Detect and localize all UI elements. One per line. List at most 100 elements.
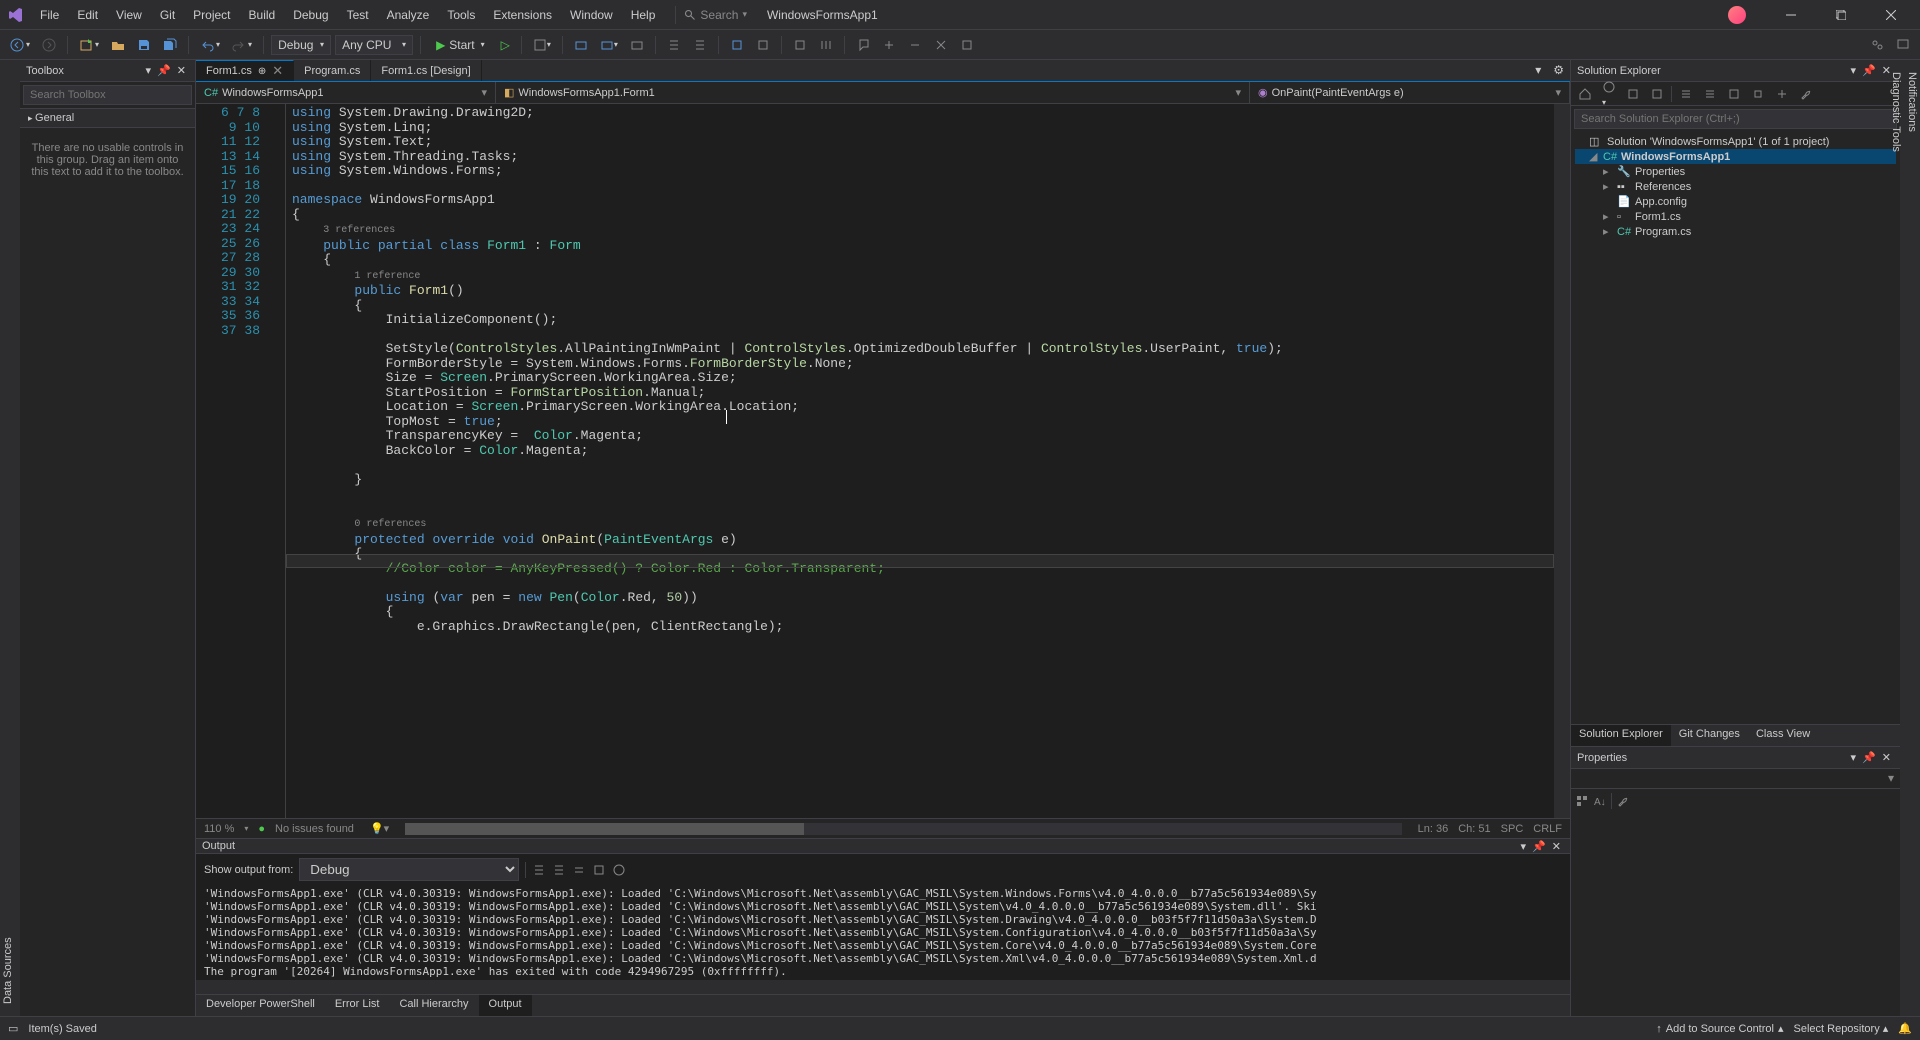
- feedback-button[interactable]: [1892, 35, 1914, 55]
- toolbox-close-icon[interactable]: ✕: [174, 64, 189, 77]
- output-tb-2[interactable]: [552, 863, 566, 877]
- sol-item-form1[interactable]: ▸▫Form1.cs: [1575, 209, 1896, 224]
- side-tab-notifications[interactable]: Notifications: [1904, 64, 1920, 1016]
- btab-errorlist[interactable]: Error List: [325, 995, 390, 1016]
- sol-search-input[interactable]: [1574, 109, 1897, 129]
- side-tab-diagnostics[interactable]: Diagnostic Tools: [1888, 64, 1904, 1016]
- sol-tb-4[interactable]: [1647, 85, 1667, 103]
- sol-item-properties[interactable]: ▸🔧Properties: [1575, 164, 1896, 179]
- redo-button[interactable]: ▾: [228, 35, 256, 55]
- properties-selector[interactable]: ▾: [1571, 769, 1900, 789]
- sol-project-node[interactable]: ◢C#WindowsFormsApp1: [1575, 149, 1896, 164]
- props-wrench-icon[interactable]: [1616, 794, 1630, 808]
- tab-dropdown-icon[interactable]: ▾: [1529, 60, 1547, 81]
- editor-horizontal-scrollbar[interactable]: [405, 823, 1401, 835]
- menu-analyze[interactable]: Analyze: [379, 4, 438, 26]
- rtab-git-changes[interactable]: Git Changes: [1671, 725, 1748, 746]
- sol-home-icon[interactable]: [1575, 85, 1595, 103]
- user-avatar-icon[interactable]: [1728, 6, 1746, 24]
- tab-close-icon[interactable]: ✕: [272, 63, 283, 79]
- editor-vertical-scrollbar[interactable]: [1554, 104, 1570, 818]
- nav-member-dropdown[interactable]: ◉ OnPaint(PaintEventArgs e) ▾: [1250, 82, 1570, 103]
- new-project-button[interactable]: ▾: [75, 35, 103, 55]
- tb-icon-5[interactable]: [663, 35, 685, 55]
- output-text[interactable]: 'WindowsFormsApp1.exe' (CLR v4.0.30319: …: [196, 885, 1570, 980]
- tb-icon-9[interactable]: [789, 35, 811, 55]
- platform-dropdown[interactable]: Any CPU▾: [335, 35, 413, 55]
- code-content[interactable]: using System.Drawing.Drawing2D; using Sy…: [286, 104, 1554, 818]
- lightbulb-icon[interactable]: 💡▾: [370, 822, 389, 835]
- sol-item-references[interactable]: ▸▪▪References: [1575, 179, 1896, 194]
- solution-tree[interactable]: ◫Solution 'WindowsFormsApp1' (1 of 1 pro…: [1571, 132, 1900, 724]
- menu-file[interactable]: File: [32, 4, 67, 26]
- tab-form1-cs[interactable]: Form1.cs ⊕ ✕: [196, 60, 294, 81]
- sol-tb-6[interactable]: [1700, 85, 1720, 103]
- tb-icon-11[interactable]: [852, 35, 874, 55]
- titlebar-search[interactable]: Search ▾: [675, 6, 755, 24]
- tab-config-icon[interactable]: ⚙: [1547, 60, 1570, 81]
- indent-mode[interactable]: SPC: [1501, 823, 1524, 835]
- live-share-button[interactable]: [1866, 35, 1888, 55]
- tb-icon-13[interactable]: [904, 35, 926, 55]
- output-tb-4[interactable]: [592, 863, 606, 877]
- tb-icon-2[interactable]: [570, 35, 592, 55]
- rtab-solution-explorer[interactable]: Solution Explorer: [1571, 725, 1671, 746]
- tb-icon-15[interactable]: [956, 35, 978, 55]
- props-dropdown-icon[interactable]: ▾: [1848, 751, 1860, 764]
- add-to-source-control[interactable]: ↑ Add to Source Control ▴: [1656, 1022, 1783, 1035]
- output-tb-1[interactable]: [532, 863, 546, 877]
- issues-status[interactable]: No issues found: [275, 823, 354, 835]
- save-button[interactable]: [133, 35, 155, 55]
- tb-icon-1[interactable]: ▾: [529, 35, 555, 55]
- output-tb-5[interactable]: [612, 863, 626, 877]
- nav-back-button[interactable]: ▾: [6, 35, 34, 55]
- line-endings[interactable]: CRLF: [1533, 823, 1562, 835]
- sol-pin-icon[interactable]: 📌: [1859, 64, 1879, 77]
- sol-dropdown-icon[interactable]: ▾: [1848, 64, 1860, 77]
- zoom-level[interactable]: 110 %: [204, 823, 234, 835]
- start-without-debug-button[interactable]: ▷: [497, 35, 514, 55]
- tb-icon-6[interactable]: [689, 35, 711, 55]
- tab-form1-design[interactable]: Form1.cs [Design]: [371, 60, 481, 81]
- side-tab-data-sources[interactable]: Data Sources: [0, 60, 16, 1012]
- output-tb-3[interactable]: [572, 863, 586, 877]
- code-editor[interactable]: 6 7 8 9 10 11 12 13 14 15 16 17 18 19 20…: [196, 104, 1570, 818]
- tab-program-cs[interactable]: Program.cs: [294, 60, 371, 81]
- output-dropdown-icon[interactable]: ▾: [1518, 840, 1530, 853]
- menu-debug[interactable]: Debug: [285, 4, 336, 26]
- btab-callhier[interactable]: Call Hierarchy: [389, 995, 478, 1016]
- start-button[interactable]: ▶Start▾: [428, 35, 493, 55]
- close-button[interactable]: [1868, 0, 1914, 30]
- nav-class-dropdown[interactable]: ◧ WindowsFormsApp1.Form1 ▾: [496, 82, 1250, 103]
- maximize-button[interactable]: [1818, 0, 1864, 30]
- menu-help[interactable]: Help: [623, 4, 664, 26]
- sol-wrench-icon[interactable]: [1796, 85, 1816, 103]
- undo-button[interactable]: ▾: [196, 35, 224, 55]
- sol-tb-7[interactable]: [1724, 85, 1744, 103]
- nav-project-dropdown[interactable]: C# WindowsFormsApp1 ▾: [196, 82, 496, 103]
- tb-icon-8[interactable]: [752, 35, 774, 55]
- code-folding-column[interactable]: [272, 104, 286, 818]
- sol-tb-5[interactable]: [1676, 85, 1696, 103]
- sol-tb-3[interactable]: [1623, 85, 1643, 103]
- menu-tools[interactable]: Tools: [439, 4, 483, 26]
- tb-icon-3[interactable]: ▾: [596, 35, 622, 55]
- sol-tb-9[interactable]: [1772, 85, 1792, 103]
- props-alpha-icon[interactable]: A↓: [1593, 794, 1607, 808]
- nav-forward-button[interactable]: [38, 35, 60, 55]
- save-all-button[interactable]: [159, 35, 181, 55]
- sol-item-program[interactable]: ▸C#Program.cs: [1575, 224, 1896, 239]
- menu-window[interactable]: Window: [562, 4, 621, 26]
- rtab-class-view[interactable]: Class View: [1748, 725, 1818, 746]
- tb-icon-12[interactable]: [878, 35, 900, 55]
- configuration-dropdown[interactable]: Debug▾: [271, 35, 331, 55]
- notification-bell-icon[interactable]: 🔔: [1898, 1022, 1912, 1035]
- output-close-icon[interactable]: ✕: [1549, 840, 1564, 853]
- tb-icon-14[interactable]: [930, 35, 952, 55]
- props-categorized-icon[interactable]: [1575, 794, 1589, 808]
- menu-extensions[interactable]: Extensions: [485, 4, 560, 26]
- btab-devps[interactable]: Developer PowerShell: [196, 995, 325, 1016]
- toolbox-search-input[interactable]: [23, 85, 192, 105]
- menu-view[interactable]: View: [108, 4, 150, 26]
- pin-icon[interactable]: ⊕: [258, 66, 266, 77]
